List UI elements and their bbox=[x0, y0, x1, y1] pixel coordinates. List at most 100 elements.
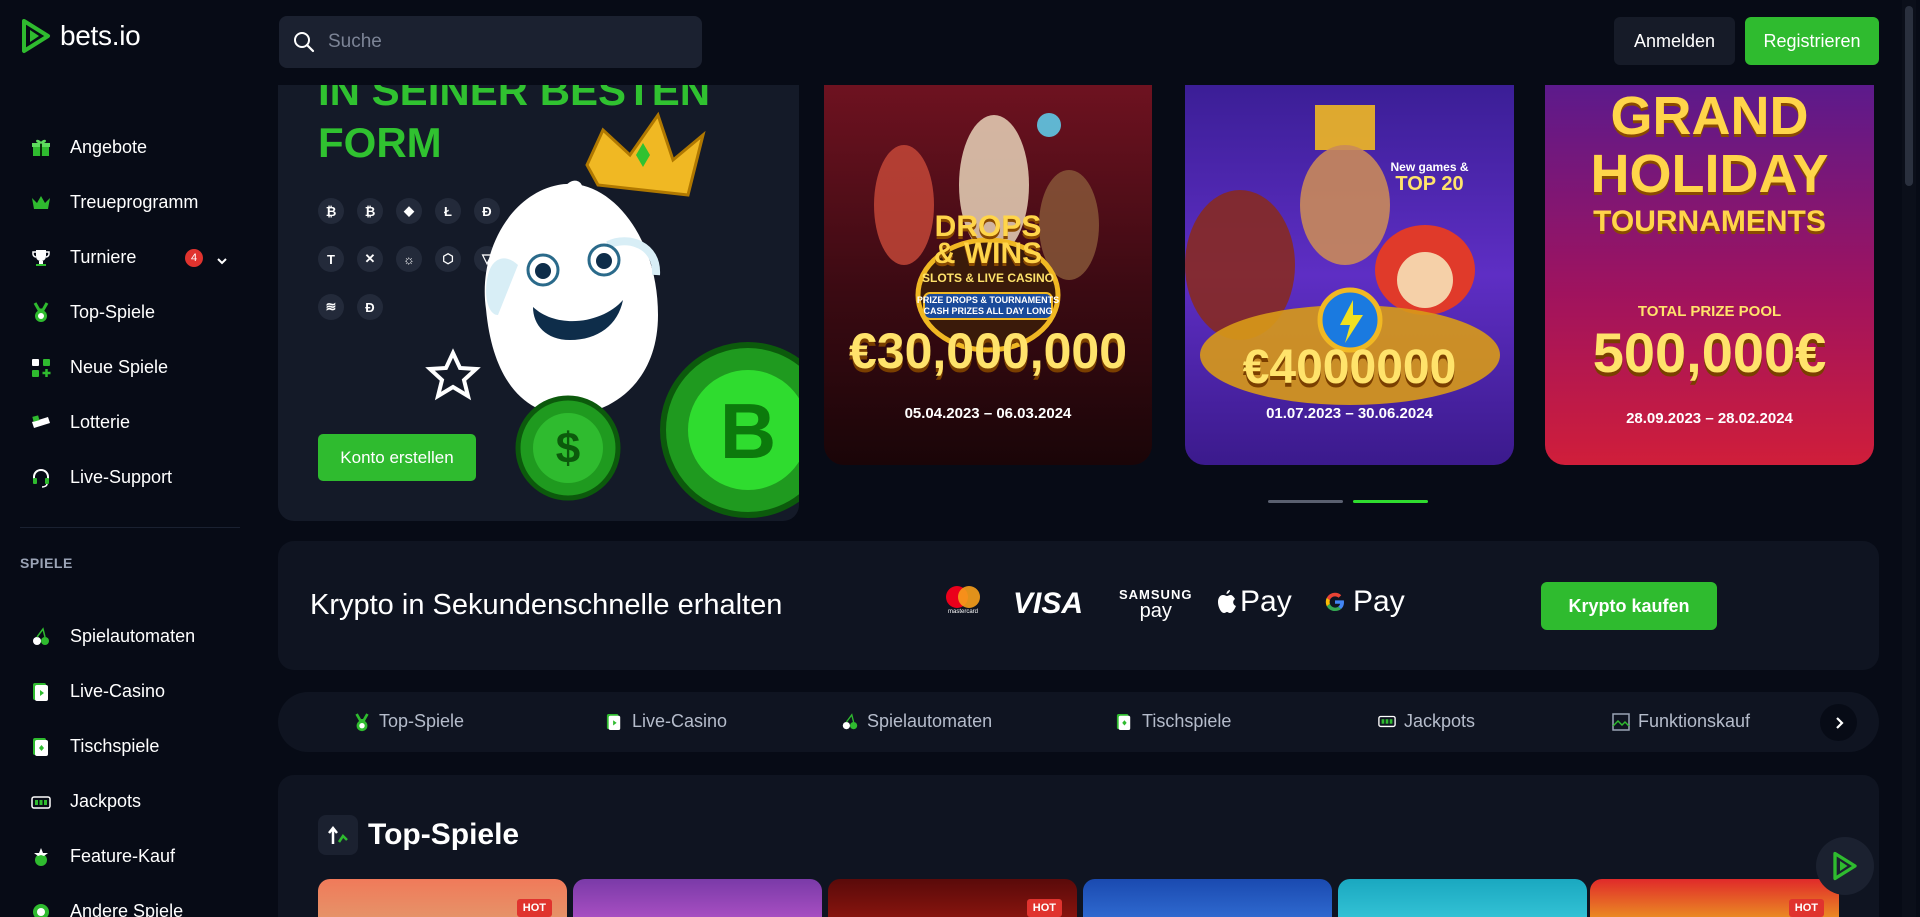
sidebar-item-label: Live-Support bbox=[70, 467, 173, 487]
hero-banner[interactable]: IN SEINER BESTEN FORM ₿ ₿ ◆ Ł Đ T ✕ ☼ ⬡ … bbox=[278, 85, 799, 521]
sidebar-item-top-spiele[interactable]: Top-Spiele bbox=[0, 285, 250, 340]
login-button[interactable]: Anmelden bbox=[1614, 17, 1735, 65]
tab-spielautomaten[interactable]: Spielautomaten bbox=[841, 711, 992, 732]
top-games-header: Top-Spiele bbox=[318, 815, 519, 855]
promo-4-million-amount: €4000000 bbox=[1242, 341, 1457, 394]
google-icon bbox=[1325, 592, 1344, 611]
search-input[interactable] bbox=[328, 31, 688, 53]
tab-label: Spielautomaten bbox=[867, 711, 993, 731]
mastercard-logo: mastercard bbox=[944, 585, 982, 615]
carousel-dot[interactable] bbox=[1268, 500, 1343, 503]
register-button[interactable]: Registrieren bbox=[1745, 17, 1879, 65]
jackpot-icon bbox=[30, 791, 52, 813]
medal-icon bbox=[353, 712, 371, 731]
sidebar-item-live-support[interactable]: Live-Support bbox=[0, 450, 250, 505]
sidebar-item-andere-spiele[interactable]: Andere Spiele bbox=[0, 884, 250, 917]
sidebar-item-jackpots[interactable]: Jackpots bbox=[0, 774, 250, 829]
chevron-down-icon[interactable] bbox=[216, 250, 228, 271]
google-pay-label: Pay bbox=[1353, 585, 1405, 618]
promo-grand-holiday[interactable]: GRAND HOLIDAY TOURNAMENTS TOTAL PRIZE PO… bbox=[1545, 85, 1874, 465]
sidebar-item-label: Live-Casino bbox=[70, 681, 166, 701]
promo-4-million[interactable]: New games & TOP 20 €4000000 01.07.2023 –… bbox=[1185, 85, 1514, 465]
sidebar-item-label: Jackpots bbox=[70, 791, 142, 811]
promo-4-million-dates: 01.07.2023 – 30.06.2024 bbox=[1266, 405, 1433, 422]
tab-live-casino[interactable]: Live-Casino bbox=[606, 711, 727, 732]
game-card[interactable]: HOT bbox=[318, 879, 567, 917]
promo-drops-wins-title-2: & WINS bbox=[933, 237, 1043, 270]
cherries-icon bbox=[841, 712, 859, 731]
promo-drops-wins[interactable]: DROPS & WINS SLOTS & LIVE CASINO PRIZE D… bbox=[824, 85, 1152, 465]
game-card[interactable] bbox=[1338, 879, 1587, 917]
promo-grand-holiday-title-2: HOLIDAY bbox=[1590, 144, 1829, 204]
sidebar-item-treueprogramm[interactable]: Treueprogramm bbox=[0, 175, 250, 230]
hot-badge: HOT bbox=[516, 899, 552, 917]
search-icon bbox=[294, 32, 315, 53]
tab-label: Top-Spiele bbox=[379, 711, 465, 731]
sidebar-item-label: Andere Spiele bbox=[70, 901, 184, 917]
category-next-button[interactable] bbox=[1820, 704, 1857, 741]
chevron-right-icon bbox=[1835, 716, 1844, 729]
promo-grand-holiday-amount: 500,000€ bbox=[1592, 321, 1827, 384]
google-pay-logo: Pay bbox=[1323, 585, 1405, 619]
broken-image-icon bbox=[1612, 712, 1630, 731]
tab-label: Funktionskauf bbox=[1638, 711, 1751, 731]
search-bar[interactable] bbox=[279, 16, 702, 68]
tab-tischspiele[interactable]: Tischspiele bbox=[1116, 711, 1231, 732]
gift-icon bbox=[30, 137, 52, 159]
crown-icon bbox=[30, 192, 52, 214]
sidebar-item-lotterie[interactable]: Lotterie bbox=[0, 395, 250, 450]
sidebar-item-live-casino[interactable]: Live-Casino bbox=[0, 664, 250, 719]
sidebar-item-label: Turniere bbox=[70, 247, 137, 267]
buy-crypto-button[interactable]: Krypto kaufen bbox=[1541, 582, 1717, 630]
trophy-icon bbox=[30, 247, 52, 269]
top-games-title: Top-Spiele bbox=[368, 818, 520, 851]
main-nav: Angebote Treueprogramm Turniere 4 Top-Sp… bbox=[0, 120, 250, 505]
game-card[interactable]: HOT bbox=[1590, 879, 1839, 917]
ticket-icon bbox=[30, 412, 52, 434]
hot-badge: HOT bbox=[1788, 899, 1824, 917]
apple-pay-label: Pay bbox=[1240, 585, 1292, 618]
sidebar-item-label: Top-Spiele bbox=[70, 302, 156, 322]
visa-logo: VISA bbox=[1013, 587, 1084, 620]
support-chat-button[interactable] bbox=[1816, 837, 1874, 895]
sidebar-item-label: Tischspiele bbox=[70, 736, 160, 756]
bets-logo-icon bbox=[1833, 851, 1857, 881]
promo-drops-wins-amount: €30,000,000 bbox=[848, 323, 1128, 379]
cherries-icon bbox=[30, 626, 52, 648]
logo-text: bets.io bbox=[60, 20, 141, 51]
live-card-icon bbox=[606, 713, 624, 731]
game-card[interactable] bbox=[573, 879, 822, 917]
sidebar-item-neue-spiele[interactable]: Neue Spiele bbox=[0, 340, 250, 395]
game-card[interactable]: HOT bbox=[828, 879, 1077, 917]
cards-icon bbox=[1116, 713, 1134, 731]
carousel-pagination bbox=[1268, 500, 1428, 503]
apple-pay-logo: Pay bbox=[1216, 585, 1292, 619]
samsung-pay-logo: SAMSUNG pay bbox=[1119, 587, 1192, 621]
medal-icon bbox=[30, 301, 52, 324]
tab-funktionskauf[interactable]: Funktionskauf bbox=[1612, 711, 1750, 732]
carousel-dot-active[interactable] bbox=[1353, 500, 1428, 503]
tab-label: Jackpots bbox=[1404, 711, 1476, 731]
sidebar-item-turniere[interactable]: Turniere 4 bbox=[0, 230, 250, 285]
sidebar-item-angebote[interactable]: Angebote bbox=[0, 120, 250, 175]
jackpot-icon bbox=[1378, 713, 1396, 731]
scrollbar-thumb[interactable] bbox=[1905, 6, 1913, 186]
cards-icon bbox=[30, 736, 52, 758]
tab-label: Tischspiele bbox=[1142, 711, 1232, 731]
sidebar-item-feature-kauf[interactable]: Feature-Kauf bbox=[0, 829, 250, 884]
tab-top-spiele[interactable]: Top-Spiele bbox=[353, 711, 464, 732]
sidebar-item-tischspiele[interactable]: Tischspiele bbox=[0, 719, 250, 774]
svg-text:$: $ bbox=[556, 424, 580, 473]
tab-jackpots[interactable]: Jackpots bbox=[1378, 711, 1475, 732]
logo[interactable]: bets.io bbox=[20, 18, 141, 54]
sidebar-item-label: Feature-Kauf bbox=[70, 846, 176, 866]
sidebar-item-label: Spielautomaten bbox=[70, 626, 196, 646]
promo-grand-holiday-title-3: TOURNAMENTS bbox=[1593, 205, 1826, 238]
sidebar-item-label: Angebote bbox=[70, 137, 148, 157]
game-card[interactable] bbox=[1083, 879, 1332, 917]
sidebar-item-spielautomaten[interactable]: Spielautomaten bbox=[0, 609, 250, 664]
bets-logo-icon bbox=[22, 19, 50, 53]
create-account-button[interactable]: Konto erstellen bbox=[318, 434, 476, 481]
grid-plus-icon bbox=[30, 357, 52, 379]
promo-grand-holiday-title: GRAND bbox=[1610, 86, 1809, 146]
